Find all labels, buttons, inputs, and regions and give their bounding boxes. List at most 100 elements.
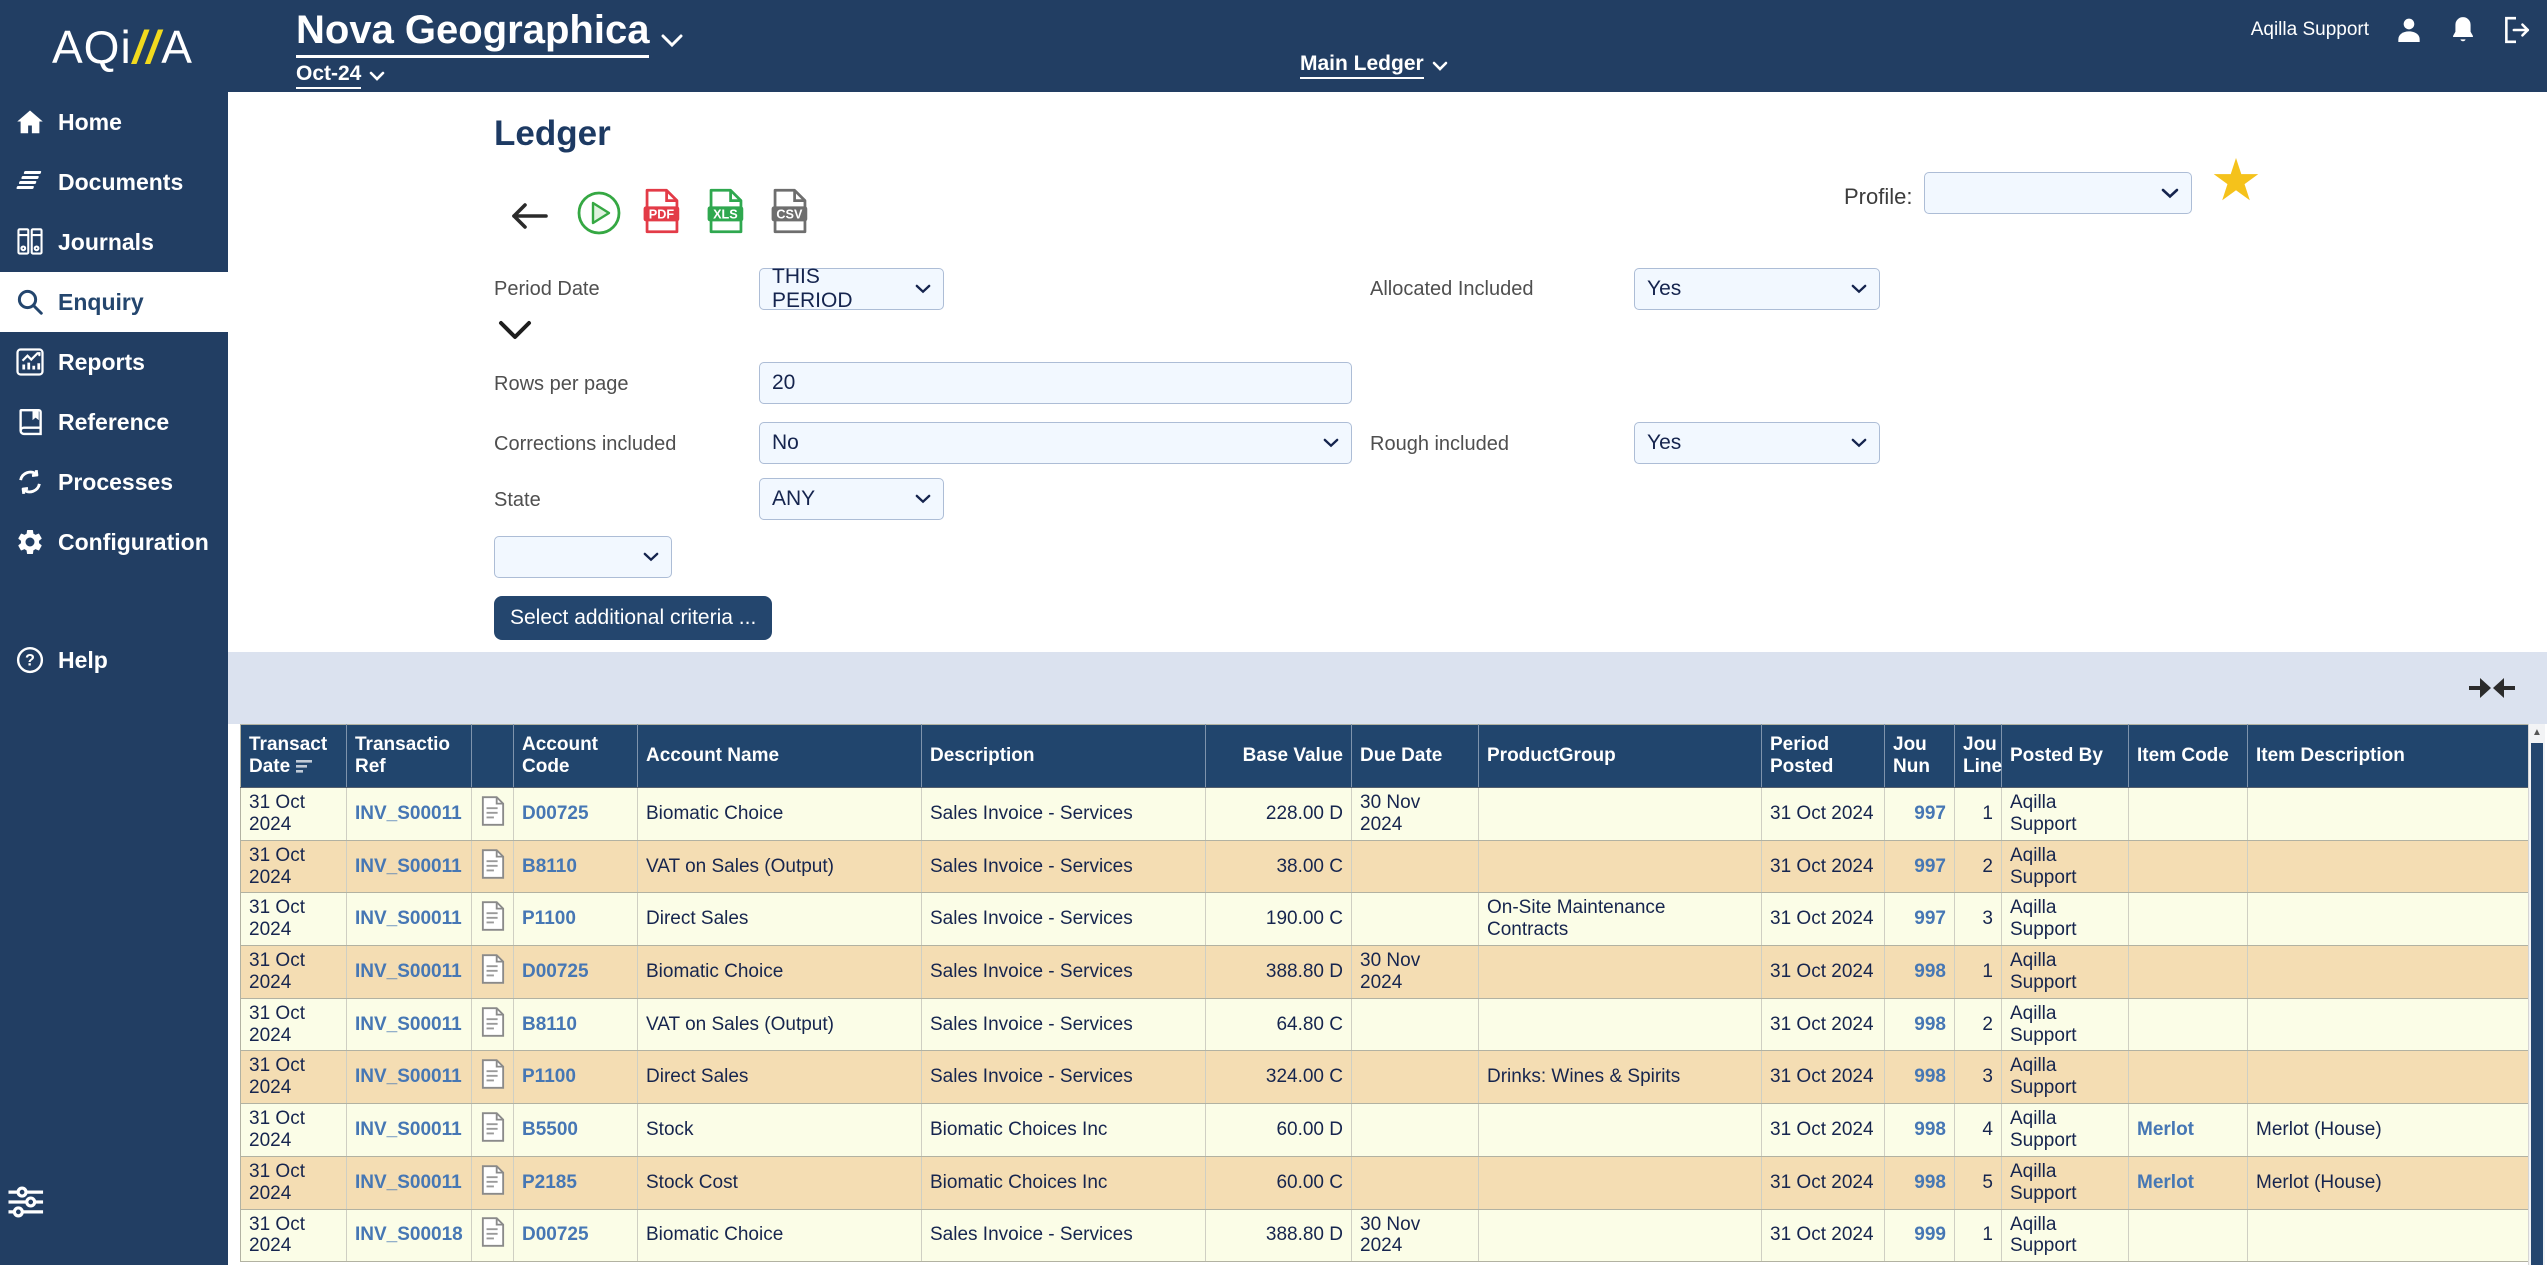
collapse-columns-icon[interactable] [2469,674,2515,707]
sidebar-item-journals[interactable]: Journals [0,212,228,272]
cell-journal-number[interactable]: 998 [1885,1051,1955,1104]
col-base-value[interactable]: Base Value [1206,725,1352,788]
cell-item-code[interactable]: Merlot [2129,1104,2248,1157]
cell-item-description [2248,1209,2529,1262]
cell-item-code [2129,840,2248,893]
cell-document-icon[interactable] [472,946,514,999]
scrollbar-thumb[interactable] [2531,743,2543,1265]
ledger-selector[interactable]: Main Ledger [1300,52,1448,79]
run-enquiry-button[interactable] [576,190,622,241]
cell-transaction-ref[interactable]: INV_S00011 [347,1104,472,1157]
cell-transaction-ref[interactable]: INV_S00011 [347,840,472,893]
sidebar-item-processes[interactable]: Processes [0,452,228,512]
cell-transaction-ref[interactable]: INV_S00011 [347,893,472,946]
cell-document-icon[interactable] [472,1051,514,1104]
select-additional-criteria-button[interactable]: Select additional criteria ... [494,596,772,640]
sidebar-item-home[interactable]: Home [0,92,228,152]
cell-journal-number[interactable]: 998 [1885,1104,1955,1157]
cell-item-code [2129,998,2248,1051]
corrections-included-select[interactable]: No [759,422,1352,464]
app-logo[interactable]: AQi//A [52,20,193,74]
cell-document-icon[interactable] [472,998,514,1051]
sidebar-item-documents[interactable]: Documents [0,152,228,212]
cell-journal-number[interactable]: 997 [1885,893,1955,946]
cell-transaction-ref[interactable]: INV_S00011 [347,1051,472,1104]
col-posted-by[interactable]: Posted By [2002,725,2129,788]
cell-account-code[interactable]: D00725 [514,788,638,841]
cell-document-icon[interactable] [472,788,514,841]
cell-journal-number[interactable]: 998 [1885,1156,1955,1209]
chevron-down-icon [661,13,683,58]
company-selector[interactable]: Nova Geographica [296,8,683,58]
cell-account-code[interactable]: P1100 [514,893,638,946]
additional-criteria-select[interactable] [494,536,672,578]
cell-account-code[interactable]: P1100 [514,1051,638,1104]
cell-transaction-ref[interactable]: INV_S00011 [347,946,472,999]
expand-criteria-chevron-icon[interactable] [498,320,532,347]
star-icon[interactable]: ★ [2210,152,2262,210]
cell-account-code[interactable]: B8110 [514,998,638,1051]
cell-journal-line: 3 [1955,893,2002,946]
gear-icon [15,527,45,557]
cell-transact-date: 31 Oct 2024 [241,1104,347,1157]
cell-account-code[interactable]: D00725 [514,1209,638,1262]
bell-icon[interactable] [2449,14,2477,46]
cell-document-icon[interactable] [472,840,514,893]
profile-select[interactable] [1924,172,2192,214]
cell-account-name: VAT on Sales (Output) [638,840,922,893]
sidebar-item-help[interactable]: ? Help [0,630,228,690]
col-account-name[interactable]: Account Name [638,725,922,788]
sidebar-item-reference[interactable]: Reference [0,392,228,452]
cell-account-code[interactable]: B5500 [514,1104,638,1157]
allocated-included-select[interactable]: Yes [1634,268,1880,310]
col-period-posted[interactable]: Period Posted [1762,725,1885,788]
cell-transaction-ref[interactable]: INV_S00011 [347,998,472,1051]
sidebar-item-configuration[interactable]: Configuration [0,512,228,572]
col-product-group[interactable]: ProductGroup [1479,725,1762,788]
period-date-select[interactable]: THIS PERIOD [759,268,944,310]
sidebar-item-reports[interactable]: Reports [0,332,228,392]
cell-transaction-ref[interactable]: INV_S00018 [347,1209,472,1262]
col-item-code[interactable]: Item Code [2129,725,2248,788]
cell-item-code[interactable]: Merlot [2129,1156,2248,1209]
cell-transaction-ref[interactable]: INV_S00011 [347,788,472,841]
cell-document-icon[interactable] [472,893,514,946]
cell-due-date [1352,840,1479,893]
cell-document-icon[interactable] [472,1104,514,1157]
period-date-label: Period Date [494,278,600,301]
cell-account-code[interactable]: P2185 [514,1156,638,1209]
cell-journal-number[interactable]: 999 [1885,1209,1955,1262]
rough-included-select[interactable]: Yes [1634,422,1880,464]
cell-journal-number[interactable]: 997 [1885,788,1955,841]
col-item-description[interactable]: Item Description [2248,725,2529,788]
export-pdf-button[interactable]: PDF [642,188,682,239]
cell-journal-number[interactable]: 998 [1885,998,1955,1051]
person-icon[interactable] [2393,14,2425,46]
back-button[interactable] [508,200,550,237]
sidebar-item-enquiry[interactable]: Enquiry [0,272,228,332]
cell-journal-number[interactable]: 998 [1885,946,1955,999]
col-transact-date[interactable]: Transact Date [241,725,347,788]
export-xls-button[interactable]: XLS [706,188,746,239]
col-description[interactable]: Description [922,725,1206,788]
col-due-date[interactable]: Due Date [1352,725,1479,788]
export-csv-button[interactable]: CSV [770,188,810,239]
col-journal-number[interactable]: Jou Nun [1885,725,1955,788]
state-select[interactable]: ANY [759,478,944,520]
cell-journal-number[interactable]: 997 [1885,840,1955,893]
cell-account-code[interactable]: D00725 [514,946,638,999]
cell-document-icon[interactable] [472,1156,514,1209]
scroll-up-arrow-icon[interactable]: ▲ [2529,724,2545,741]
cell-account-code[interactable]: B8110 [514,840,638,893]
col-transaction-ref[interactable]: Transactio Ref [347,725,472,788]
cell-transaction-ref[interactable]: INV_S00011 [347,1156,472,1209]
accounting-period-selector[interactable]: Oct-24 [296,62,683,89]
col-journal-line[interactable]: Jou Line [1955,725,2002,788]
logout-icon[interactable] [2501,14,2531,46]
cell-due-date [1352,1104,1479,1157]
rough-included-label: Rough included [1370,433,1509,456]
sliders-icon[interactable] [6,1182,48,1227]
rows-per-page-input[interactable] [759,362,1352,404]
cell-document-icon[interactable] [472,1209,514,1262]
col-account-code[interactable]: Account Code [514,725,638,788]
